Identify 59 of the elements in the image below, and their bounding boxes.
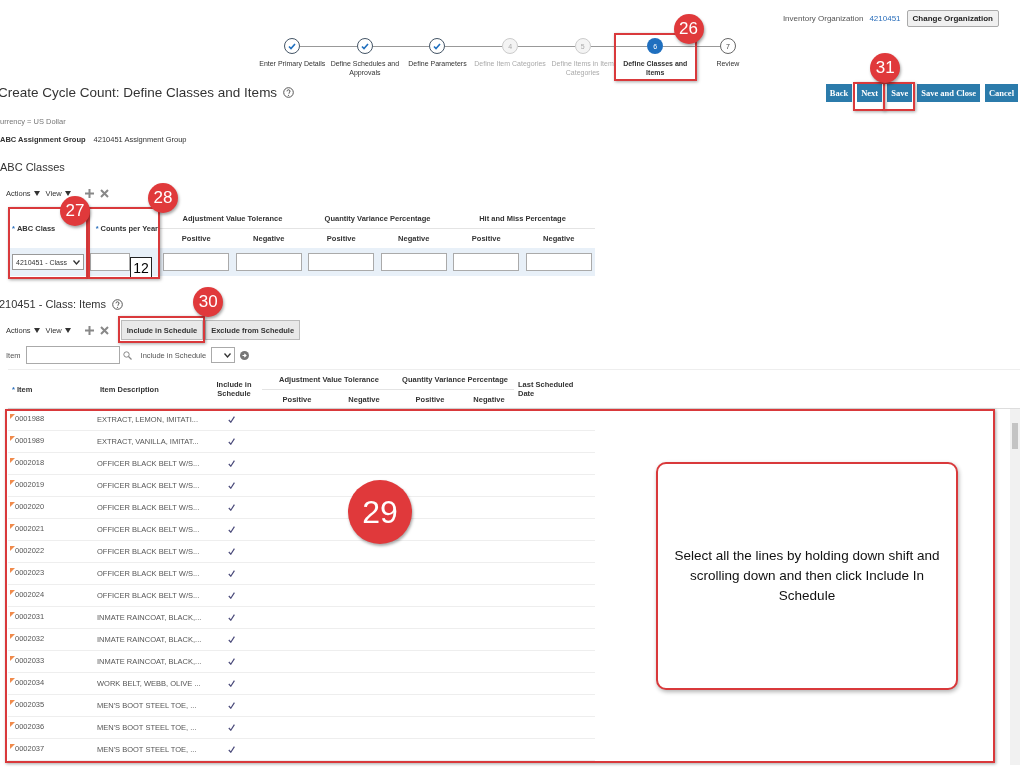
add-icon[interactable] xyxy=(84,188,94,198)
section-title: 210451 - Class: Items xyxy=(0,298,106,310)
input-field[interactable] xyxy=(163,253,230,271)
corner-flag-icon xyxy=(10,589,15,595)
step-number-badge: 29 xyxy=(348,480,412,544)
caret-icon xyxy=(33,327,40,333)
step-number-badge: 26 xyxy=(673,14,704,44)
corner-flag-icon xyxy=(10,611,15,617)
include-dropdown[interactable] xyxy=(211,347,236,363)
step-number-badge: 28 xyxy=(148,183,178,213)
value-label: 12 xyxy=(130,257,152,279)
section-title: ABC Classes xyxy=(0,161,66,173)
note-callout: Select all the lines by holding down shift and scrolling down and then click Include In Schedule xyxy=(656,462,958,690)
step-circle[interactable] xyxy=(356,38,373,54)
step-number-badge: 31 xyxy=(870,52,901,83)
org-label: Inventory Organization xyxy=(782,13,864,23)
delete-icon[interactable] xyxy=(99,188,109,198)
corner-flag-icon xyxy=(10,413,15,419)
corner-flag-icon xyxy=(10,435,15,441)
chevron-icon xyxy=(73,259,80,265)
search-icon[interactable] xyxy=(122,350,132,360)
go-icon[interactable] xyxy=(240,350,250,360)
corner-flag-icon xyxy=(10,655,15,661)
step-number-badge: 30 xyxy=(193,287,224,317)
help-icon[interactable] xyxy=(112,298,123,310)
corner-flag-icon xyxy=(10,501,15,507)
help-icon[interactable] xyxy=(283,87,295,98)
action-button[interactable]: Cancel xyxy=(984,83,1018,102)
corner-flag-icon xyxy=(10,567,15,573)
input-field[interactable] xyxy=(525,253,592,271)
item-search-field[interactable] xyxy=(25,346,120,364)
chevron-icon xyxy=(224,352,232,358)
delete-icon[interactable] xyxy=(99,325,109,335)
step-circle[interactable] xyxy=(284,38,301,54)
action-button[interactable]: Back xyxy=(825,83,853,102)
add-icon[interactable] xyxy=(84,325,94,335)
corner-flag-icon xyxy=(10,523,15,529)
org-value-link[interactable]: 4210451 xyxy=(869,13,901,23)
corner-flag-icon xyxy=(10,743,15,749)
corner-flag-icon xyxy=(10,699,15,705)
corner-flag-icon xyxy=(10,633,15,639)
corner-flag-icon xyxy=(10,677,15,683)
corner-flag-icon xyxy=(10,457,15,463)
caret-icon xyxy=(64,327,71,333)
counts-input[interactable] xyxy=(90,253,130,271)
input-field[interactable] xyxy=(308,253,375,271)
input-field[interactable] xyxy=(453,253,520,271)
step-number-badge: 27 xyxy=(60,196,90,226)
caret-icon xyxy=(33,190,40,196)
corner-flag-icon xyxy=(10,479,15,485)
step-circle[interactable] xyxy=(429,38,446,54)
scroll-thumb[interactable] xyxy=(1012,423,1018,449)
input-field[interactable] xyxy=(380,253,447,271)
corner-flag-icon xyxy=(10,721,15,727)
corner-flag-icon xyxy=(10,545,15,551)
change-organization-button[interactable]: Change Organization xyxy=(906,9,999,27)
action-button[interactable]: Save and Close xyxy=(917,83,980,102)
input-field[interactable] xyxy=(235,253,302,271)
scrollbar[interactable] xyxy=(1010,409,1020,765)
